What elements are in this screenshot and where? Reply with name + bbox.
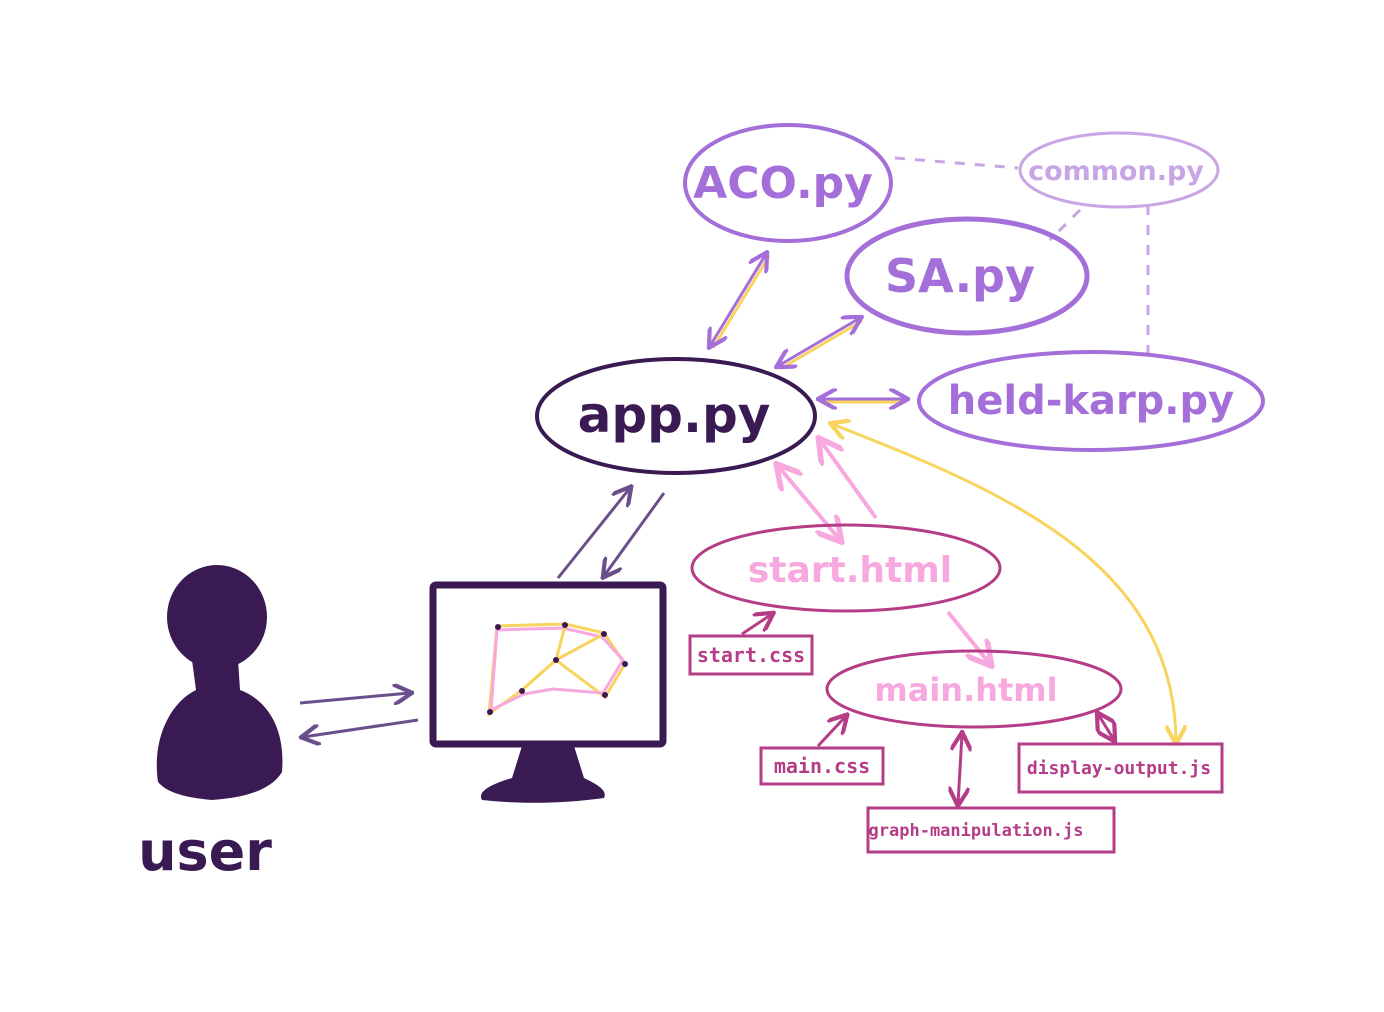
architecture-diagram: ACO.py common.py SA.py held-karp.py app.… [138,123,1265,883]
file-graph-manipulation-label: graph-manipulation.js [869,821,1084,841]
arrow-start-main [946,610,990,664]
node-common-label: common.py [1028,156,1204,187]
monitor-icon [429,581,667,803]
backend-arrows [710,254,906,402]
file-display-output-label: display-output.js [1027,758,1211,779]
file-graph-manipulation: graph-manipulation.js [866,806,1116,854]
dashed-link-aco-common [894,156,1019,170]
node-start-html: start.html [690,523,1002,613]
node-sa: SA.py [844,216,1090,336]
arrow-monitor-to-user [303,718,419,737]
file-start-css: start.css [688,634,814,676]
user-monitor-arrows [299,693,419,737]
node-aco-label: ACO.py [693,158,873,209]
file-main-css: main.css [759,746,885,786]
arrow-app-sa [778,318,860,366]
arrow-startcss-start [741,614,772,636]
user-label: user [138,820,272,883]
file-main-css-label: main.css [774,754,870,778]
arrow-user-to-monitor [299,693,410,703]
arrow-monitor-to-app [556,488,630,579]
node-common: common.py [1018,131,1220,209]
node-heldkarp: held-karp.py [917,350,1265,452]
node-main-html: main.html [825,649,1123,729]
person-icon [156,565,283,800]
file-display-output: display-output.js [1017,742,1224,794]
arrow-app-aco [710,254,766,346]
node-main-html-label: main.html [874,671,1057,709]
arrow-maincss-main [816,716,846,748]
file-start-css-label: start.css [697,643,805,667]
node-start-html-label: start.html [748,550,952,591]
node-sa-label: SA.py [885,249,1035,303]
arrow-app-to-monitor [604,492,666,576]
arrow-main-graph-manipulation [958,734,962,804]
node-app-label: app.py [578,386,771,444]
monitor-app-arrows [556,488,666,579]
arrow-app-start-2 [820,440,878,520]
node-aco: ACO.py [683,123,893,243]
arrow-main-display-output [1098,714,1114,740]
node-app: app.py [535,357,817,475]
node-heldkarp-label: held-karp.py [948,378,1234,424]
